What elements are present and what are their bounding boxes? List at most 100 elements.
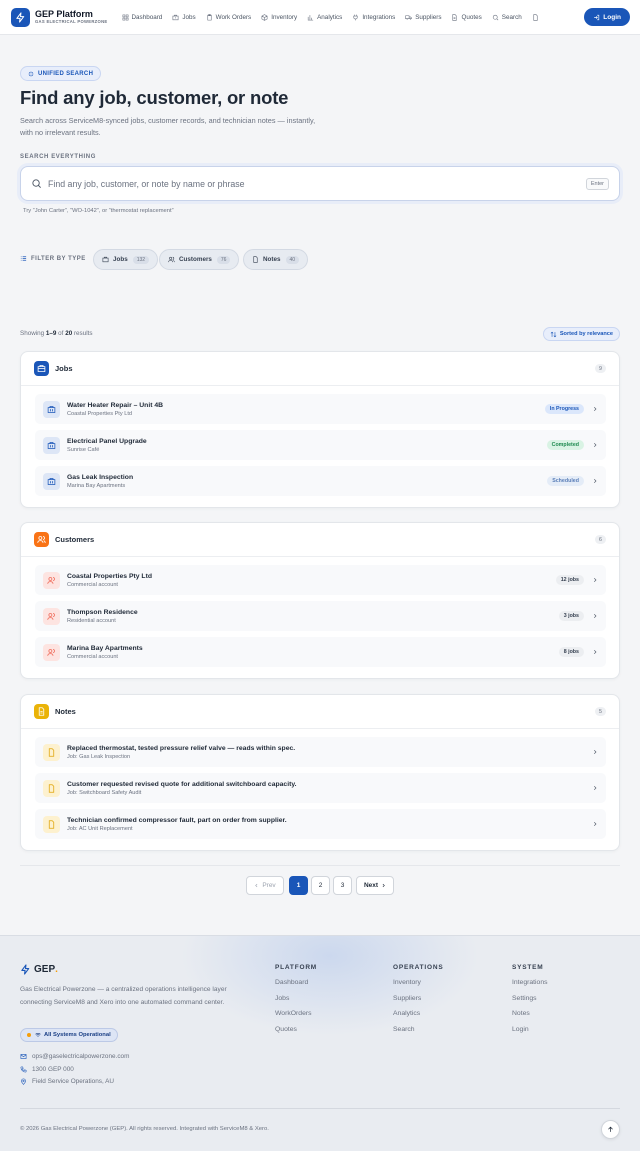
next-page-button[interactable]: Next bbox=[356, 876, 394, 895]
back-to-top-button[interactable] bbox=[601, 1120, 620, 1139]
filter-jobs-pill[interactable]: Jobs 132 bbox=[93, 249, 159, 270]
filter-list-icon bbox=[20, 256, 27, 261]
chevron-right-icon bbox=[592, 442, 598, 448]
footer-logo-text: GEP bbox=[34, 964, 56, 975]
footer-link[interactable]: Quotes bbox=[275, 1026, 317, 1042]
nav-item-dashboard[interactable]: Dashboard bbox=[122, 13, 163, 21]
filter-notes-pill[interactable]: Notes 40 bbox=[243, 249, 309, 270]
row-subtitle: Job: Switchboard Safety Audit bbox=[67, 789, 142, 796]
filter-pill-label: Customers bbox=[179, 256, 212, 263]
nav-item-suppliers[interactable]: Suppliers bbox=[405, 14, 441, 21]
search-icon bbox=[492, 14, 499, 20]
footer-link[interactable]: Settings bbox=[512, 995, 548, 1011]
briefcase-icon bbox=[43, 436, 60, 454]
nav-item-search[interactable]: Search bbox=[492, 14, 522, 21]
page-button-2[interactable]: 2 bbox=[311, 876, 330, 895]
nav-item-work-orders[interactable]: Work Orders bbox=[206, 13, 251, 21]
search-icon bbox=[32, 179, 41, 188]
jobs-count-badge: 3 jobs bbox=[558, 611, 584, 621]
nav-item-jobs[interactable]: Jobs bbox=[172, 14, 196, 21]
footer-link[interactable]: Login bbox=[512, 1026, 548, 1042]
footer-phone[interactable]: 1300 GEP 000 bbox=[20, 1066, 74, 1073]
briefcase-icon bbox=[102, 256, 109, 263]
map-pin-icon bbox=[21, 1078, 26, 1085]
filter-label: FILTER BY TYPE bbox=[20, 255, 86, 262]
footer-link[interactable]: Integrations bbox=[512, 979, 548, 995]
login-button[interactable]: Login bbox=[584, 8, 630, 26]
group-title: Notes bbox=[55, 707, 76, 716]
row-title: Electrical Panel Upgrade bbox=[67, 437, 147, 445]
brand[interactable]: GEP Platform GAS ELECTRICAL POWERZONE bbox=[35, 9, 108, 25]
footer-link[interactable]: Inventory bbox=[393, 979, 444, 995]
nav-item-analytics[interactable]: Analytics bbox=[307, 14, 342, 21]
filter-pill-count: 76 bbox=[216, 255, 231, 264]
result-row[interactable]: Coastal Properties Pty Ltd Commercial ac… bbox=[35, 565, 606, 595]
footer-logo-dot: . bbox=[55, 964, 58, 975]
footer-logo[interactable]: GEP. bbox=[20, 964, 58, 975]
users-icon bbox=[168, 256, 175, 263]
footer-link[interactable]: Search bbox=[393, 1026, 444, 1042]
nav-label: Integrations bbox=[362, 13, 396, 21]
filter-pill-count: 132 bbox=[132, 255, 150, 264]
clipboard-icon bbox=[207, 13, 212, 20]
nav-item-inventory[interactable]: Inventory bbox=[261, 14, 297, 21]
row-subtitle: Marina Bay Apartments bbox=[67, 482, 126, 489]
nav-label: Dashboard bbox=[131, 13, 163, 21]
result-row[interactable]: Thompson Residence Residential account 3… bbox=[35, 601, 606, 631]
note-icon bbox=[34, 704, 49, 719]
result-row[interactable]: Gas Leak Inspection Marina Bay Apartment… bbox=[35, 466, 606, 496]
page-button-1[interactable]: 1 bbox=[289, 876, 308, 895]
result-row[interactable]: Water Heater Repair – Unit 4B Coastal Pr… bbox=[35, 394, 606, 424]
result-row[interactable]: Replaced thermostat, tested pressure rel… bbox=[35, 737, 606, 767]
nav-item-more[interactable] bbox=[532, 13, 542, 21]
footer-link[interactable]: Analytics bbox=[393, 1010, 444, 1026]
sort-label: Sorted by relevance bbox=[559, 331, 613, 337]
nav-item-integrations[interactable]: Integrations bbox=[352, 14, 395, 21]
user-icon bbox=[43, 607, 60, 625]
location-text: Field Service Operations, AU bbox=[32, 1078, 115, 1085]
filter-pill-label: Jobs bbox=[113, 256, 128, 263]
row-subtitle: Job: AC Unit Replacement bbox=[67, 825, 133, 832]
login-icon bbox=[594, 14, 600, 20]
result-row[interactable]: Customer requested revised quote for add… bbox=[35, 773, 606, 803]
sort-button[interactable]: Sorted by relevance bbox=[542, 327, 620, 341]
filter-customers-pill[interactable]: Customers 76 bbox=[159, 249, 240, 270]
results-suffix: results bbox=[73, 330, 93, 337]
row-title: Thompson Residence bbox=[67, 608, 138, 616]
search-input[interactable] bbox=[48, 178, 586, 189]
bar-chart-icon bbox=[307, 14, 314, 20]
row-title: Water Heater Repair – Unit 4B bbox=[67, 401, 164, 409]
nav-label: Inventory bbox=[271, 13, 298, 21]
footer-link[interactable]: Jobs bbox=[275, 995, 317, 1011]
sort-icon bbox=[550, 331, 557, 337]
footer-column-title: SYSTEM bbox=[512, 964, 544, 971]
briefcase-icon bbox=[34, 361, 49, 376]
nav-item-quotes[interactable]: Quotes bbox=[451, 14, 482, 21]
footer-link[interactable]: Dashboard bbox=[275, 979, 317, 995]
footer-link[interactable]: Suppliers bbox=[393, 995, 444, 1011]
group-count: 6 bbox=[595, 535, 606, 544]
results-range: 1–9 bbox=[45, 330, 57, 337]
prev-page-button[interactable]: Prev bbox=[246, 876, 284, 895]
result-row[interactable]: Electrical Panel Upgrade Sunrise Café Co… bbox=[35, 430, 606, 460]
result-row[interactable]: Technician confirmed compressor fault, p… bbox=[35, 809, 606, 839]
row-title: Marina Bay Apartments bbox=[67, 644, 143, 652]
footer-link[interactable]: Notes bbox=[512, 1010, 548, 1026]
wifi-icon bbox=[35, 1032, 41, 1037]
footer-link[interactable]: WorkOrders bbox=[275, 1010, 317, 1026]
user-icon bbox=[43, 571, 60, 589]
top-navbar: GEP Platform GAS ELECTRICAL POWERZONE Da… bbox=[0, 0, 640, 35]
customers-group-card: Customers 6 Coastal Properties Pty Ltd C… bbox=[20, 522, 620, 679]
group-title: Jobs bbox=[55, 364, 73, 373]
user-icon bbox=[43, 643, 60, 661]
note-icon bbox=[43, 815, 60, 833]
phone-icon bbox=[20, 1066, 27, 1073]
bolt-logo-icon[interactable] bbox=[11, 7, 30, 27]
page-button-3[interactable]: 3 bbox=[333, 876, 352, 895]
footer-column-operations: OPERATIONS Inventory Suppliers Analytics… bbox=[393, 964, 444, 1041]
row-subtitle: Coastal Properties Pty Ltd bbox=[67, 410, 132, 417]
result-row[interactable]: Marina Bay Apartments Commercial account… bbox=[35, 637, 606, 667]
search-box: Enter bbox=[20, 166, 620, 201]
footer-email[interactable]: ops@gaselectricalpowerzone.com bbox=[20, 1053, 129, 1060]
row-subtitle: Sunrise Café bbox=[67, 446, 100, 453]
